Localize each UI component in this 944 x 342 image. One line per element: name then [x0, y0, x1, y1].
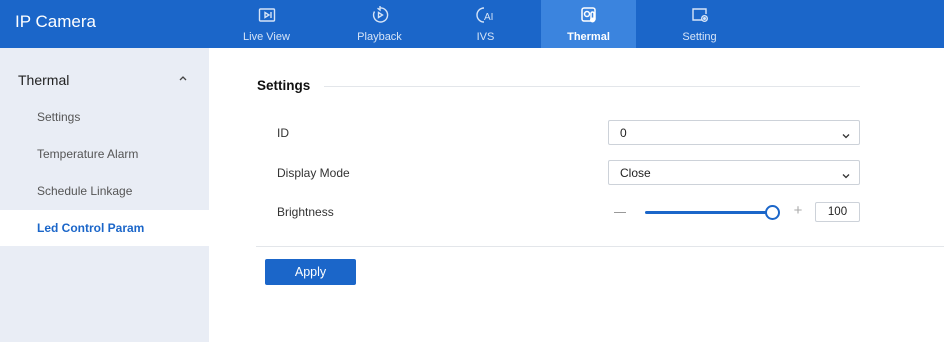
svg-text:AI: AI — [484, 12, 493, 23]
display-mode-select-value: Close — [620, 166, 651, 180]
id-select-value: 0 — [620, 126, 627, 140]
chevron-up-icon — [178, 70, 190, 84]
sidebar-item-label: Temperature Alarm — [37, 147, 139, 161]
sidebar-item-label: Schedule Linkage — [37, 184, 133, 198]
brightness-slider-track[interactable] — [645, 211, 773, 214]
brightness-value: 100 — [827, 206, 848, 218]
sidebar-item-temperature-alarm[interactable]: Temperature Alarm — [0, 136, 209, 172]
sidebar: Thermal Settings Temperature Alarm Sched… — [0, 48, 209, 342]
sidebar-item-settings[interactable]: Settings — [0, 99, 209, 135]
chevron-down-icon — [841, 168, 851, 179]
nav-live-view[interactable]: Live View — [219, 0, 314, 48]
section-title: Settings — [257, 78, 311, 93]
brightness-label: Brightness — [277, 205, 334, 219]
nav-setting-label: Setting — [682, 31, 717, 43]
nav-setting[interactable]: Setting — [652, 0, 747, 48]
brightness-increase-button[interactable]: + — [792, 203, 804, 218]
thermal-icon — [541, 5, 636, 27]
brightness-decrease-button[interactable] — [614, 212, 626, 213]
sidebar-item-schedule-linkage[interactable]: Schedule Linkage — [0, 173, 209, 209]
display-mode-select[interactable]: Close — [608, 160, 860, 185]
brightness-value-input[interactable]: 100 — [815, 202, 860, 222]
id-label: ID — [277, 126, 289, 140]
sidebar-item-label: Led Control Param — [37, 221, 145, 235]
nav-thermal[interactable]: Thermal — [541, 0, 636, 48]
top-navigation-bar: IP Camera Live View Playback AI IVS Ther… — [0, 0, 944, 48]
sidebar-group-thermal[interactable]: Thermal — [0, 48, 209, 106]
ivs-icon: AI — [438, 5, 533, 27]
chevron-down-icon — [841, 128, 851, 139]
nav-thermal-label: Thermal — [567, 31, 610, 43]
nav-playback[interactable]: Playback — [332, 0, 427, 48]
nav-playback-label: Playback — [357, 31, 402, 43]
display-mode-label: Display Mode — [277, 166, 350, 180]
section-divider — [324, 86, 860, 87]
brightness-slider-handle[interactable] — [765, 205, 780, 220]
sidebar-item-led-control-param[interactable]: Led Control Param — [0, 210, 209, 246]
app-title: IP Camera — [15, 12, 96, 31]
form-divider — [256, 246, 944, 247]
setting-icon — [652, 5, 747, 27]
id-select[interactable]: 0 — [608, 120, 860, 145]
sidebar-item-label: Settings — [37, 110, 81, 124]
nav-ivs-label: IVS — [476, 31, 495, 43]
live-view-icon — [219, 5, 314, 27]
nav-ivs[interactable]: AI IVS — [438, 0, 533, 48]
sidebar-group-label: Thermal — [18, 72, 70, 88]
playback-icon — [332, 5, 427, 27]
apply-button[interactable]: Apply — [265, 259, 356, 285]
nav-live-view-label: Live View — [243, 31, 290, 43]
